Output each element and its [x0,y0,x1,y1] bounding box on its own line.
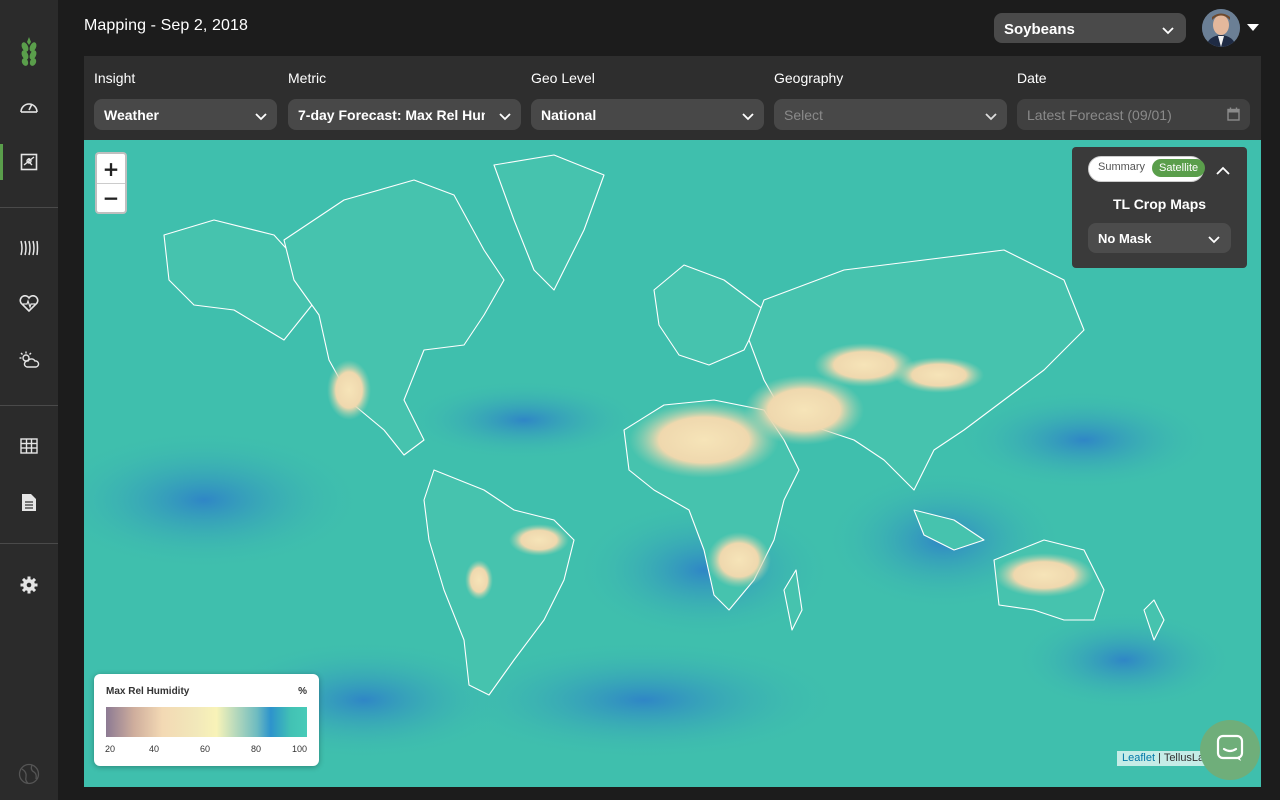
legend-tick: 20 [105,744,116,754]
geo-level-label: Geo Level [531,70,595,86]
chevron-down-icon [1208,232,1220,247]
heart-icon[interactable] [0,284,58,324]
insight-value: Weather [104,107,159,123]
gear-icon[interactable] [0,565,58,605]
crop-selector[interactable]: Soybeans [994,13,1186,43]
view-toggle[interactable]: Summary Satellite [1088,156,1206,182]
legend-tick: 60 [200,744,211,754]
zoom-in-button[interactable]: + [97,154,125,183]
filter-bar: Insight Weather Metric 7-day Forecast: M… [84,56,1261,140]
chevron-down-icon [1162,22,1174,39]
date-placeholder: Latest Forecast (09/01) [1027,107,1172,123]
leaflet-link[interactable]: Leaflet [1122,752,1155,764]
sidebar-divider [0,405,58,406]
avatar[interactable] [1202,9,1240,47]
speedometer-icon[interactable] [0,86,58,126]
weather-icon[interactable] [0,340,58,380]
mask-value: No Mask [1098,231,1152,246]
map-legend: Max Rel Humidity % 20 40 60 80 100 [94,674,319,766]
sidebar [0,0,58,800]
toggle-summary[interactable]: Summary [1098,161,1145,173]
globe-icon[interactable] [0,754,58,794]
geo-level-select[interactable]: National [531,99,764,130]
legend-title: Max Rel Humidity [106,686,190,697]
chat-icon [1216,734,1244,767]
legend-color-ramp [106,707,307,737]
calendar-icon [1227,107,1240,124]
page-title: Mapping - Sep 2, 2018 [84,17,248,34]
user-menu-caret-icon[interactable] [1247,24,1259,31]
chevron-down-icon [985,108,997,124]
sidebar-divider [0,207,58,208]
table-icon[interactable] [0,426,58,466]
date-picker[interactable]: Latest Forecast (09/01) [1017,99,1250,130]
attribution-text: TellusLa [1163,752,1205,764]
date-label: Date [1017,70,1047,86]
legend-unit: % [298,686,307,697]
geography-placeholder: Select [784,107,823,123]
legend-tick: 100 [292,744,308,754]
metric-select[interactable]: 7-day Forecast: Max Rel Humidity [288,99,521,130]
wheat-logo-icon[interactable] [0,32,58,72]
map-icon[interactable] [0,142,58,182]
toggle-satellite[interactable]: Satellite [1152,159,1206,177]
insight-label: Insight [94,70,136,86]
insight-select[interactable]: Weather [94,99,277,130]
geography-select[interactable]: Select [774,99,1007,130]
document-icon[interactable] [0,482,58,522]
geo-level-value: National [541,107,597,123]
chat-button[interactable] [1200,720,1260,780]
geography-label: Geography [774,70,844,86]
legend-tick: 40 [149,744,160,754]
crop-selector-value: Soybeans [1004,21,1075,38]
mask-select[interactable]: No Mask [1088,223,1231,253]
chevron-down-icon [742,108,754,124]
layer-panel-title: TL Crop Maps [1112,196,1207,212]
attribution-separator: | [1155,752,1164,764]
zoom-out-button[interactable]: − [97,183,125,212]
chevron-down-icon [499,108,511,124]
layer-panel: Summary Satellite TL Crop Maps No Mask [1072,147,1247,268]
metric-value: 7-day Forecast: Max Rel Humidity [298,107,485,123]
map-attribution: Leaflet | TellusLa [1117,751,1210,766]
metric-label: Metric [288,70,327,86]
sidebar-divider [0,543,58,544]
chevron-up-icon[interactable] [1216,162,1230,180]
legend-tick: 80 [251,744,262,754]
crop-rows-icon[interactable] [0,228,58,268]
chevron-down-icon [255,108,267,124]
zoom-control: + − [95,152,127,214]
